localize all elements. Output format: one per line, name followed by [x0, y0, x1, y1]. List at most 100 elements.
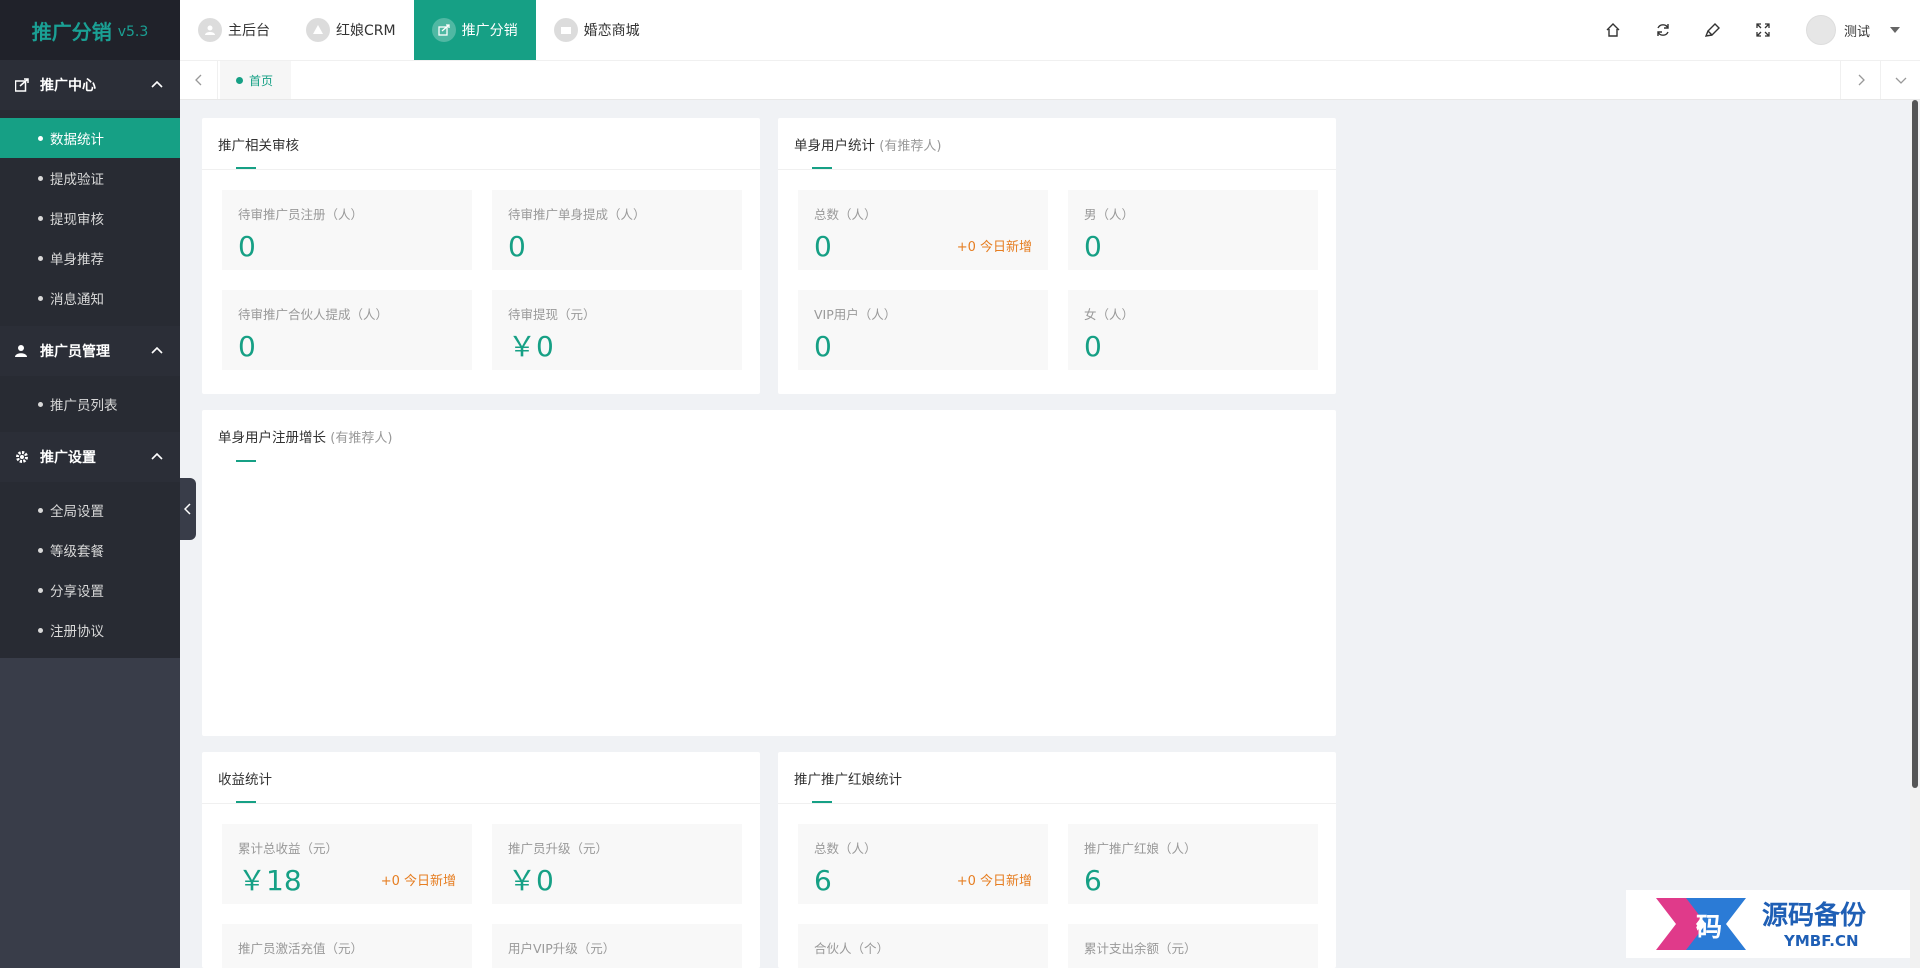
card-header: 单身用户统计 (有推荐人) — [778, 118, 1336, 170]
sidebar-group-title: 推广设置 — [40, 450, 96, 466]
sidebar-item-label: 注册协议 — [50, 624, 104, 640]
sidebar-group-promotion-center[interactable]: 推广中心 — [0, 60, 180, 110]
stat-label: 累计支出余额（元） — [1084, 941, 1197, 956]
share-icon — [431, 18, 456, 42]
stat-label: 合伙人（个） — [814, 941, 890, 956]
stat-label: 待审推广员注册（人） — [238, 207, 364, 222]
logo-name: 推广分销 — [31, 19, 112, 44]
sidebar: 推广分销 v5.3 推广中心 数据统计 提成验证 提现审核 单身推荐 消息通知 … — [0, 0, 180, 968]
sidebar-group-title: 推广员管理 — [40, 344, 110, 360]
clear-cache-button[interactable] — [1688, 0, 1738, 60]
refresh-button[interactable] — [1638, 0, 1688, 60]
tabs-menu-button[interactable] — [1880, 61, 1920, 99]
stat-value: 0 — [1084, 330, 1102, 363]
stat-total-users: 总数（人） 0 +0 今日新增 — [798, 190, 1048, 270]
stat-female-users: 女（人） 0 — [1068, 290, 1318, 370]
sidebar-item-notifications[interactable]: 消息通知 — [0, 278, 180, 318]
stat-label: 累计总收益（元） — [238, 841, 339, 856]
chevron-up-icon — [151, 80, 163, 88]
chevron-up-icon — [151, 452, 163, 460]
tab-label: 主后台 — [228, 23, 270, 39]
card-header: 收益统计 — [202, 752, 760, 804]
refresh-icon — [1657, 24, 1669, 36]
growth-chart-area — [222, 470, 1316, 716]
user-name: 测试 — [1843, 24, 1870, 40]
clear-icon — [1704, 23, 1720, 37]
sidebar-item-single-recommend[interactable]: 单身推荐 — [0, 238, 180, 278]
stat-value: 0 — [238, 330, 256, 363]
top-header: 主后台 红娘CRM 推广分销 婚恋商城 测试 — [180, 0, 1920, 60]
card-matchmaker-stats: 推广推广红娘统计 总数（人） 6 +0 今日新增 推广推广红娘（人） 6 合伙人… — [778, 752, 1336, 968]
card-title: 推广相关审核 — [218, 138, 299, 154]
sidebar-item-label: 推广员列表 — [50, 398, 118, 414]
card-title: 单身用户统计 — [794, 138, 875, 154]
tab-matchmaker-crm[interactable]: 红娘CRM — [288, 0, 414, 60]
sidebar-item-promoter-list[interactable]: 推广员列表 — [0, 384, 180, 424]
chevron-down-icon — [1895, 77, 1906, 84]
tab-main-admin[interactable]: 主后台 — [180, 0, 288, 60]
chart-icon — [14, 77, 30, 93]
card-title: 单身用户注册增长 — [218, 430, 326, 446]
stat-pending-withdraw: 待审提现（元） ￥0 — [492, 290, 742, 370]
caret-down-icon — [1890, 27, 1900, 33]
page-tabs-bar: 首页 — [180, 60, 1920, 100]
sidebar-item-share-settings[interactable]: 分享设置 — [0, 570, 180, 610]
card-promotion-audit: 推广相关审核 待审推广员注册（人） 0 待审推广单身提成（人） 0 待审推广合伙… — [202, 118, 760, 394]
user-menu[interactable]: 测试 — [1805, 15, 1900, 45]
home-button[interactable] — [1588, 0, 1638, 60]
sidebar-item-label: 分享设置 — [50, 584, 104, 600]
tab-label: 红娘CRM — [336, 23, 396, 39]
stat-label: 推广推广红娘（人） — [1084, 841, 1197, 856]
card-single-user-stats: 单身用户统计 (有推荐人) 总数（人） 0 +0 今日新增 男（人） 0 VIP… — [778, 118, 1336, 394]
stat-value: 0 — [814, 330, 832, 363]
stat-promoter-activation: 推广员激活充值（元） ￥0 — [222, 924, 472, 968]
gear-icon — [14, 449, 30, 465]
stat-user-vip-upgrade: 用户VIP升级（元） ￥0 — [492, 924, 742, 968]
stat-label: 推广员升级（元） — [508, 841, 609, 856]
logo[interactable]: 推广分销 v5.3 — [0, 0, 180, 60]
sidebar-item-label: 消息通知 — [50, 292, 104, 308]
sidebar-group-promoter-manage[interactable]: 推广员管理 — [0, 326, 180, 376]
person-icon — [14, 343, 30, 359]
sidebar-group-promotion-settings[interactable]: 推广设置 — [0, 432, 180, 482]
sidebar-item-global-settings[interactable]: 全局设置 — [0, 490, 180, 530]
vertical-scrollbar[interactable] — [1910, 100, 1920, 968]
scrollbar-thumb[interactable] — [1912, 100, 1918, 788]
tab-marriage-mall[interactable]: 婚恋商城 — [536, 0, 658, 60]
tabs-scroll-right-button[interactable] — [1840, 61, 1880, 99]
stat-value: 0 — [238, 230, 256, 263]
sidebar-item-data-stats[interactable]: 数据统计 — [0, 118, 180, 158]
sidebar-item-label: 等级套餐 — [50, 544, 104, 560]
card-title: 推广推广红娘统计 — [794, 772, 902, 788]
avatar — [1805, 15, 1836, 45]
user-icon — [198, 18, 222, 42]
sidebar-item-withdraw-review[interactable]: 提现审核 — [0, 198, 180, 238]
home-icon — [1606, 23, 1620, 37]
stat-total-income: 累计总收益（元） ￥18 +0 今日新增 — [222, 824, 472, 904]
sidebar-item-commission-verify[interactable]: 提成验证 — [0, 158, 180, 198]
page-tab-home[interactable]: 首页 — [220, 61, 292, 99]
sidebar-collapse-button[interactable] — [180, 478, 196, 540]
stat-label: 总数（人） — [814, 841, 877, 856]
active-dot — [236, 76, 243, 84]
stat-value: 6 — [1084, 864, 1102, 897]
stat-today-new: +0 今日新增 — [956, 240, 1032, 255]
fullscreen-button[interactable] — [1738, 0, 1788, 60]
stat-value: ￥0 — [508, 864, 554, 897]
chevron-up-icon — [151, 346, 163, 354]
stat-label: 男（人） — [1084, 207, 1135, 222]
sidebar-item-level-packages[interactable]: 等级套餐 — [0, 530, 180, 570]
stat-label: 女（人） — [1084, 307, 1135, 322]
stat-value: ￥0 — [508, 330, 554, 363]
card-subtitle: (有推荐人) — [330, 431, 393, 446]
watermark-text: 源码备份 — [1762, 901, 1866, 931]
sidebar-item-register-agreement[interactable]: 注册协议 — [0, 610, 180, 650]
stat-promoted-matchmakers: 推广推广红娘（人） 6 — [1068, 824, 1318, 904]
chevron-left-icon — [194, 74, 201, 86]
sidebar-item-label: 全局设置 — [50, 504, 104, 520]
chevron-right-icon — [1858, 74, 1865, 86]
watermark-domain: YMBF.CN — [1783, 932, 1859, 950]
tab-promotion[interactable]: 推广分销 — [413, 0, 536, 60]
tabs-scroll-left-button[interactable] — [180, 61, 218, 99]
card-subtitle: (有推荐人) — [879, 139, 942, 154]
